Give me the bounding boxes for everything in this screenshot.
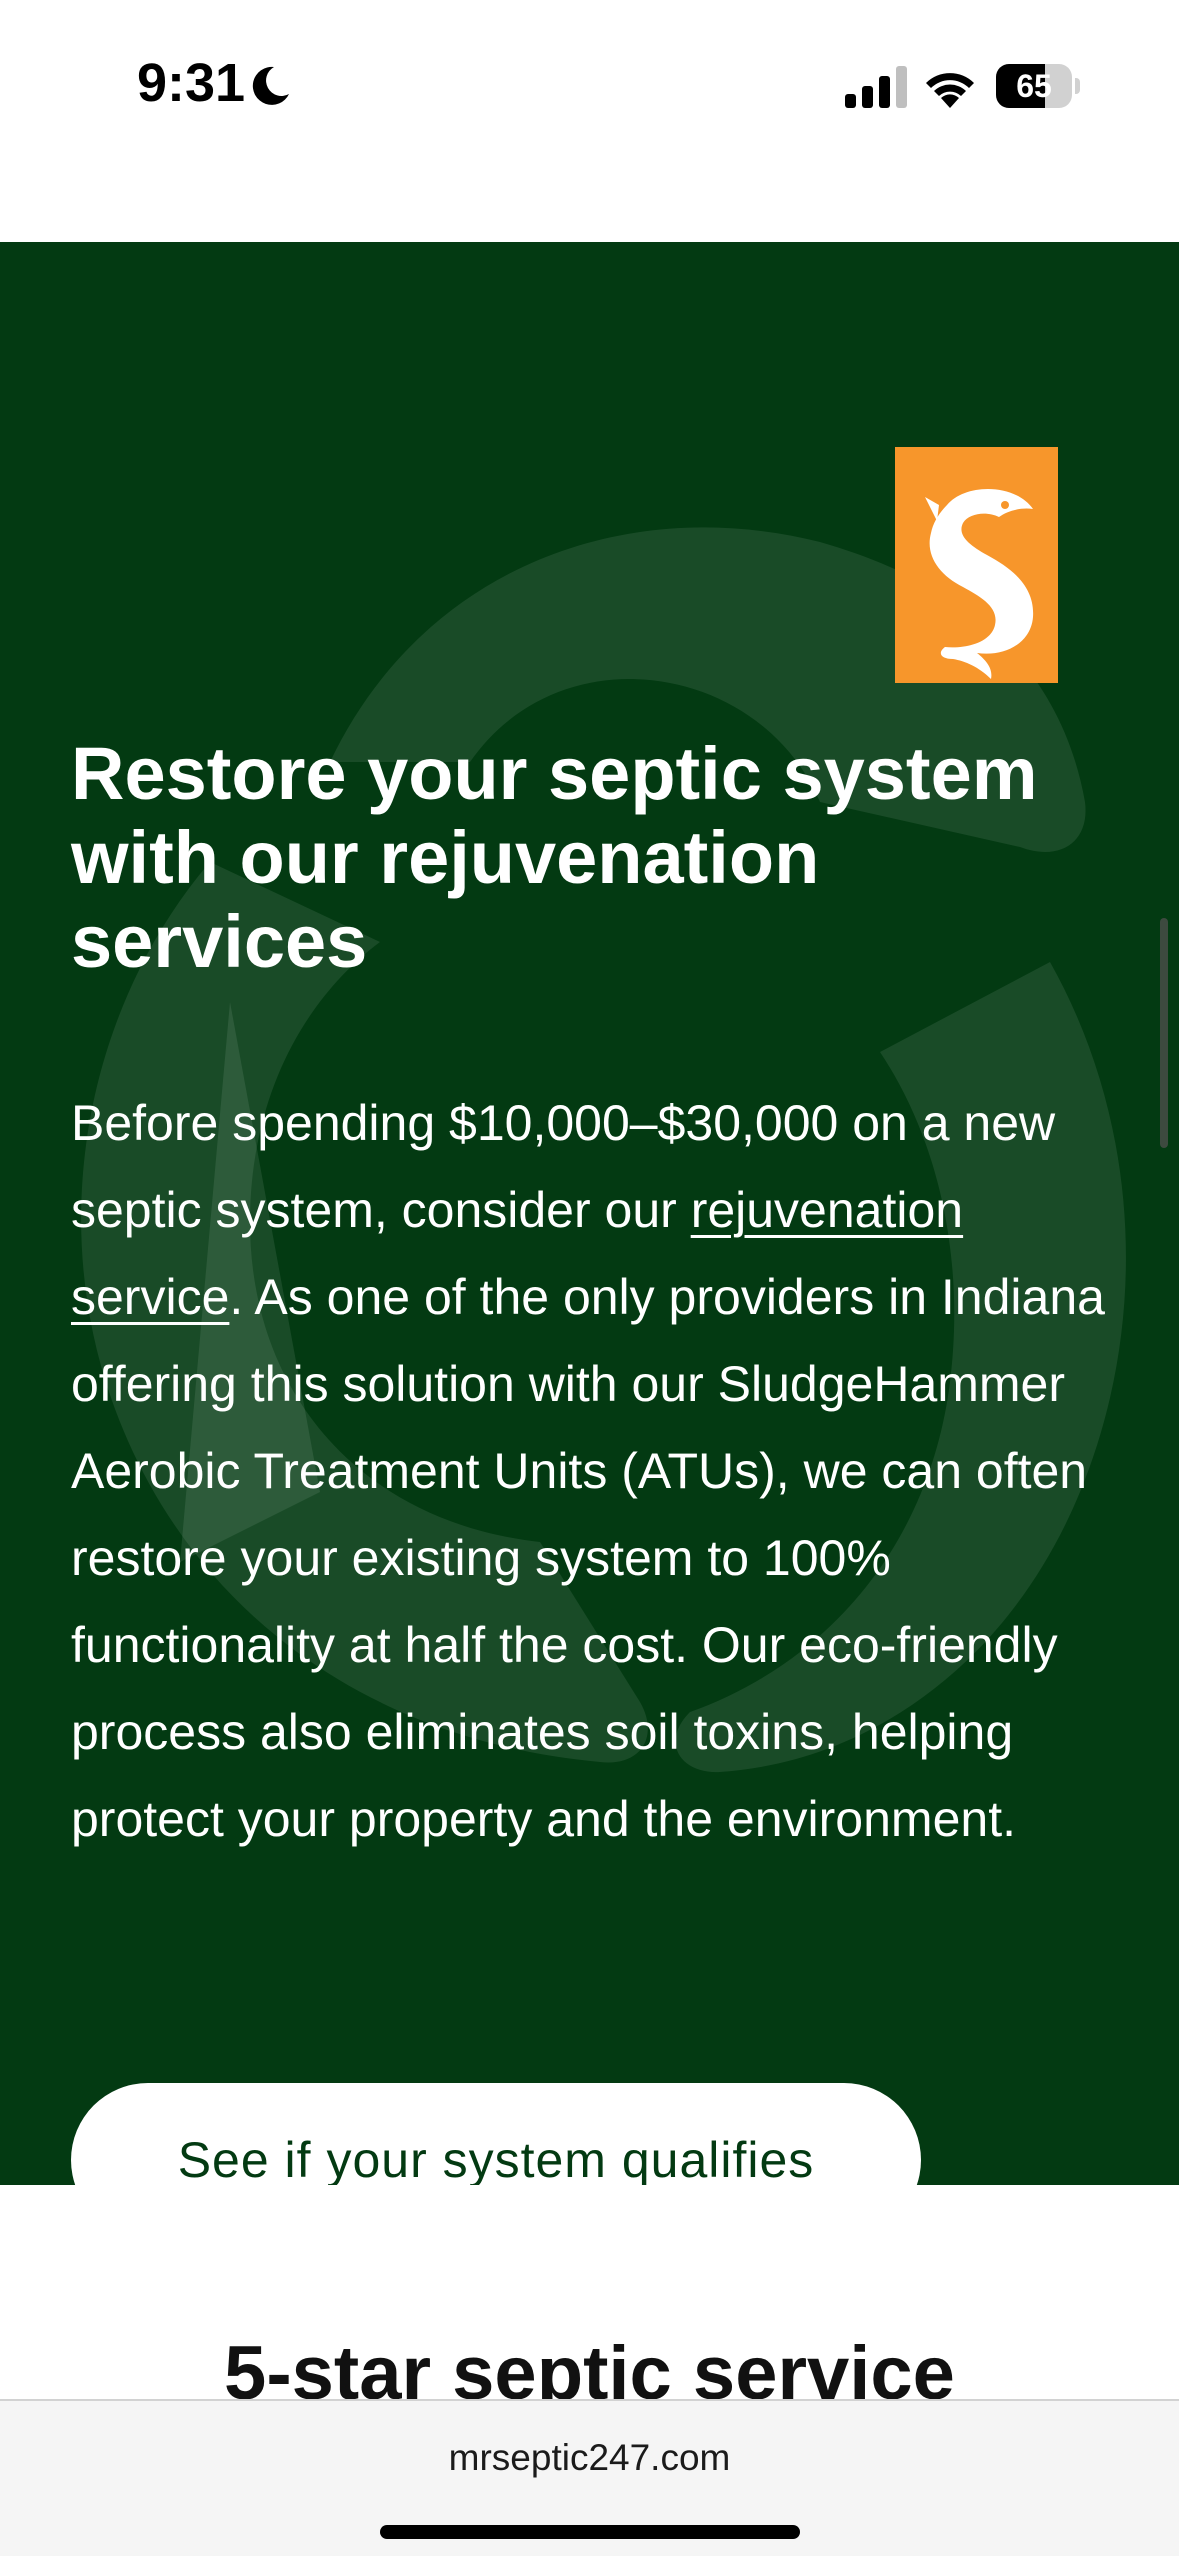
status-bar: 9:31 65 (0, 0, 1179, 170)
moon-icon (252, 66, 289, 105)
status-time: 9:31 (137, 53, 246, 113)
home-indicator[interactable] (380, 2525, 800, 2539)
fish-s-logo-icon[interactable] (895, 447, 1058, 683)
hero-body-text: Before spending $10,000–$30,000 on a new… (71, 1080, 1121, 1863)
phone-screen: 9:31 65 Restore your septic system with … (0, 0, 1179, 2556)
hero-body-detail: . As one of the only providers in Indian… (71, 1269, 1105, 1847)
battery-body: 65 (996, 64, 1072, 108)
wifi-icon (926, 73, 974, 108)
battery-percent: 65 (1016, 68, 1052, 104)
rejuvenation-hero-section: Restore your septic system with our reju… (0, 242, 1179, 2185)
scroll-indicator[interactable] (1160, 918, 1168, 1148)
browser-url-bar[interactable]: mrseptic247.com (0, 2399, 1179, 2556)
see-if-system-qualifies-button[interactable]: See if your system qualifies (71, 2083, 921, 2185)
hero-title: Restore your septic system with our reju… (71, 732, 1038, 983)
battery-icon: 65 (996, 64, 1080, 108)
battery-cap (1075, 78, 1080, 94)
url-text[interactable]: mrseptic247.com (0, 2437, 1179, 2479)
logo-mark (925, 488, 1034, 679)
cellular-signal-icon (845, 66, 907, 108)
